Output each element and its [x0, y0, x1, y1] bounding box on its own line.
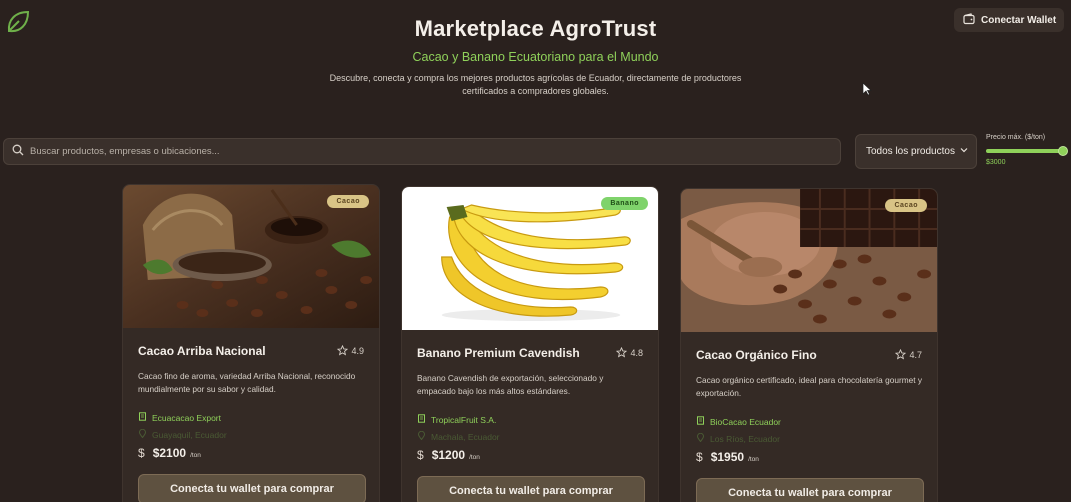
product-location: Guayaquil, Ecuador [138, 428, 364, 440]
chevron-down-icon [960, 146, 968, 157]
map-pin-icon [696, 432, 705, 444]
price-filter: Precio máx. ($/ton) $3000 [986, 134, 1068, 166]
product-description: Cacao orgánico certificado, ideal para c… [696, 375, 922, 398]
product-rating: 4.9 [337, 344, 364, 358]
category-selected-value: Todos los productos [866, 146, 955, 157]
search-bar[interactable] [3, 138, 841, 165]
price-amount: $1950 [710, 450, 745, 464]
rating-value: 4.9 [351, 346, 364, 356]
product-description: Cacao fino de aroma, variedad Arriba Nac… [138, 371, 356, 394]
category-badge: Cacao [327, 195, 369, 208]
product-image: Cacao [681, 189, 937, 332]
page-subtitle: Cacao y Banano Ecuatoriano para el Mundo [412, 50, 659, 64]
price-unit: /ton [748, 456, 759, 463]
search-icon [12, 143, 24, 161]
price-unit: /ton [469, 454, 480, 461]
dollar-icon: $ [696, 450, 703, 464]
company-name: BioCacao Ecuador [710, 416, 781, 427]
price-filter-label: Precio máx. ($/ton) [986, 134, 1046, 141]
building-icon [417, 414, 426, 425]
page-description: Descubre, conecta y compra los mejores p… [329, 73, 742, 96]
product-company: Ecuacacao Export [138, 412, 364, 423]
rating-value: 4.8 [630, 348, 643, 358]
product-card[interactable]: Cacao Cacao Arriba Nacional 4.9 Cacao fi… [122, 184, 380, 502]
price-amount: $2100 [152, 446, 187, 460]
price-amount: $1200 [431, 448, 466, 462]
location-name: Guayaquil, Ecuador [152, 429, 227, 440]
dollar-icon: $ [417, 448, 424, 462]
company-name: Ecuacacao Export [152, 412, 221, 423]
product-image: Banano [402, 187, 658, 330]
product-card[interactable]: Cacao Cacao Orgánico Fino 4.7 Cacao orgá… [680, 188, 938, 502]
price-slider-thumb[interactable] [1058, 146, 1068, 156]
star-icon [895, 348, 907, 362]
product-image: Cacao [123, 185, 379, 328]
product-price: $ $1950 /ton [696, 450, 922, 464]
hero-section: Marketplace AgroTrust Cacao y Banano Ecu… [0, 16, 1071, 98]
company-name: TropicalFruit S.A. [431, 414, 497, 425]
product-description: Banano Cavendish de exportación, selecci… [417, 373, 604, 396]
map-pin-icon [138, 428, 147, 440]
product-price: $ $2100 /ton [138, 446, 364, 460]
map-pin-icon [417, 430, 426, 442]
product-location: Machala, Ecuador [417, 430, 643, 442]
product-location: Los Ríos, Ecuador [696, 432, 922, 444]
product-name: Cacao Orgánico Fino [696, 348, 817, 362]
dollar-icon: $ [138, 446, 145, 460]
location-name: Los Ríos, Ecuador [710, 433, 780, 444]
product-card[interactable]: Banano Banano Premium Cavendish 4.8 Bana… [401, 186, 659, 502]
product-name: Cacao Arriba Nacional [138, 344, 266, 358]
rating-value: 4.7 [909, 350, 922, 360]
building-icon [138, 412, 147, 423]
product-price: $ $1200 /ton [417, 448, 643, 462]
category-select[interactable]: Todos los productos [855, 134, 977, 169]
search-input[interactable] [30, 146, 840, 157]
price-filter-value: $3000 [986, 159, 1006, 166]
price-slider[interactable] [986, 146, 1068, 156]
star-icon [337, 344, 349, 358]
connect-wallet-to-buy-button[interactable]: Conecta tu wallet para comprar [696, 478, 924, 502]
product-rating: 4.7 [895, 348, 922, 362]
category-badge: Cacao [885, 199, 927, 212]
connect-wallet-to-buy-button[interactable]: Conecta tu wallet para comprar [138, 474, 366, 502]
mouse-cursor-icon [862, 82, 872, 96]
location-name: Machala, Ecuador [431, 431, 500, 442]
star-icon [616, 346, 628, 360]
category-badge: Banano [601, 197, 648, 210]
product-company: BioCacao Ecuador [696, 416, 922, 427]
product-rating: 4.8 [616, 346, 643, 360]
building-icon [696, 416, 705, 427]
page-title: Marketplace AgroTrust [414, 16, 657, 41]
price-unit: /ton [190, 452, 201, 459]
product-name: Banano Premium Cavendish [417, 346, 580, 360]
connect-wallet-to-buy-button[interactable]: Conecta tu wallet para comprar [417, 476, 645, 502]
product-company: TropicalFruit S.A. [417, 414, 643, 425]
